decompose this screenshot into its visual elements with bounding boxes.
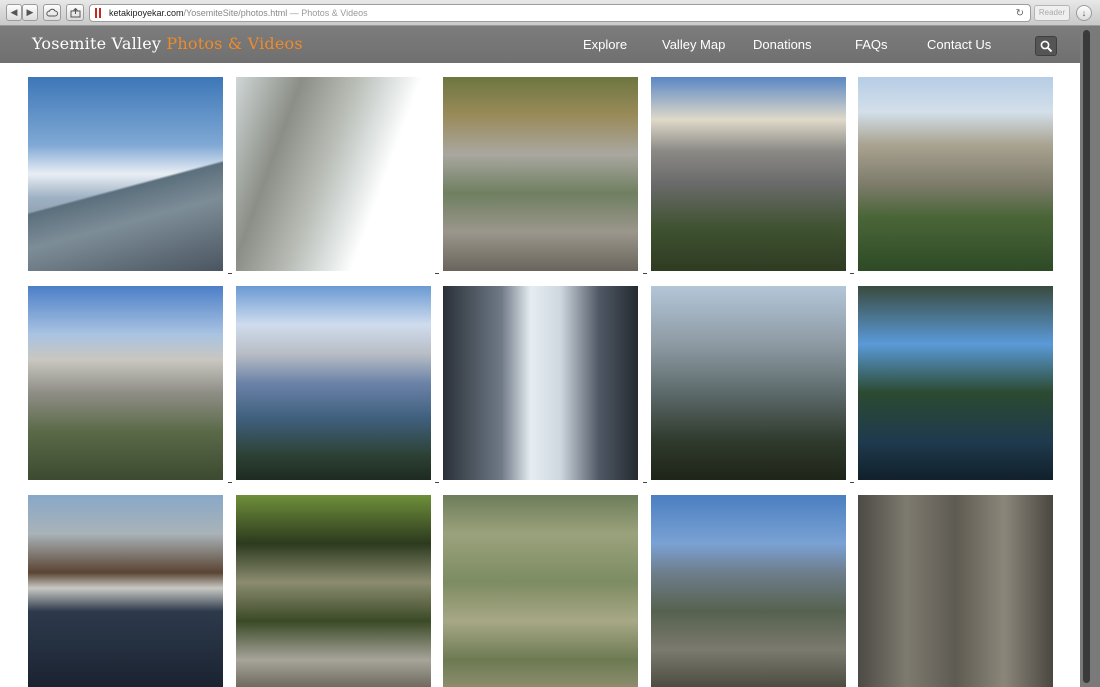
- site-header: Yosemite Valley Photos & Videos Explore …: [0, 26, 1100, 63]
- download-icon: ↓: [1081, 8, 1087, 18]
- gallery-photo-9[interactable]: [651, 286, 846, 480]
- url-path: /YosemiteSite/photos.html: [183, 8, 288, 18]
- caption-marker: [228, 273, 232, 274]
- gallery-photo-5[interactable]: [858, 77, 1053, 271]
- forward-icon: ▶: [26, 7, 34, 17]
- gallery-photo-14[interactable]: [651, 495, 846, 687]
- nav-donations[interactable]: Donations: [753, 37, 812, 52]
- gallery-photo-8[interactable]: [443, 286, 638, 480]
- url-host: ketakipoyekar.com: [109, 8, 184, 18]
- gallery-photo-6[interactable]: [28, 286, 223, 480]
- caption-marker: [643, 482, 647, 483]
- nav-explore[interactable]: Explore: [583, 37, 627, 52]
- nav-valley-map[interactable]: Valley Map: [662, 37, 725, 52]
- back-button[interactable]: ◀: [6, 4, 22, 21]
- caption-marker: [850, 273, 854, 274]
- scrollbar-thumb[interactable]: [1083, 30, 1090, 683]
- nav-faqs[interactable]: FAQs: [855, 37, 888, 52]
- search-icon: [1040, 40, 1053, 53]
- gallery-photo-3[interactable]: [443, 77, 638, 271]
- share-button[interactable]: [66, 4, 84, 21]
- back-icon: ◀: [10, 7, 18, 17]
- cloud-icon: [46, 8, 58, 17]
- nav-contact-us[interactable]: Contact Us: [927, 37, 991, 52]
- reload-icon[interactable]: ↻: [1016, 6, 1024, 21]
- caption-marker: [850, 482, 854, 483]
- photo-gallery: [0, 63, 1080, 687]
- site-title-main: Yosemite Valley: [32, 34, 162, 53]
- gallery-photo-7[interactable]: [236, 286, 431, 480]
- caption-marker: [228, 482, 232, 483]
- reader-button[interactable]: Reader: [1034, 5, 1070, 21]
- site-title-accent: Photos & Videos: [166, 34, 303, 53]
- downloads-button[interactable]: ↓: [1076, 5, 1092, 21]
- caption-marker: [435, 273, 439, 274]
- forward-button[interactable]: ▶: [22, 4, 38, 21]
- gallery-photo-15[interactable]: [858, 495, 1053, 687]
- share-icon: [70, 7, 80, 18]
- gallery-photo-10[interactable]: [858, 286, 1053, 480]
- gallery-photo-1[interactable]: [28, 77, 223, 271]
- url-page-title: — Photos & Videos: [287, 8, 368, 18]
- browser-toolbar: ◀ ▶ ketakipoyekar.com/YosemiteSite/photo…: [0, 0, 1100, 26]
- caption-marker: [643, 273, 647, 274]
- search-button[interactable]: [1035, 36, 1057, 56]
- site-title[interactable]: Yosemite Valley Photos & Videos: [32, 34, 303, 53]
- gallery-photo-2[interactable]: [236, 77, 431, 271]
- gallery-photo-12[interactable]: [236, 495, 431, 687]
- gallery-photo-11[interactable]: [28, 495, 223, 687]
- gallery-photo-4[interactable]: [651, 77, 846, 271]
- icloud-tabs-button[interactable]: [43, 4, 61, 21]
- address-bar[interactable]: ketakipoyekar.com/YosemiteSite/photos.ht…: [89, 4, 1031, 22]
- site-favicon-icon: [95, 8, 103, 18]
- caption-marker: [435, 482, 439, 483]
- gallery-photo-13[interactable]: [443, 495, 638, 687]
